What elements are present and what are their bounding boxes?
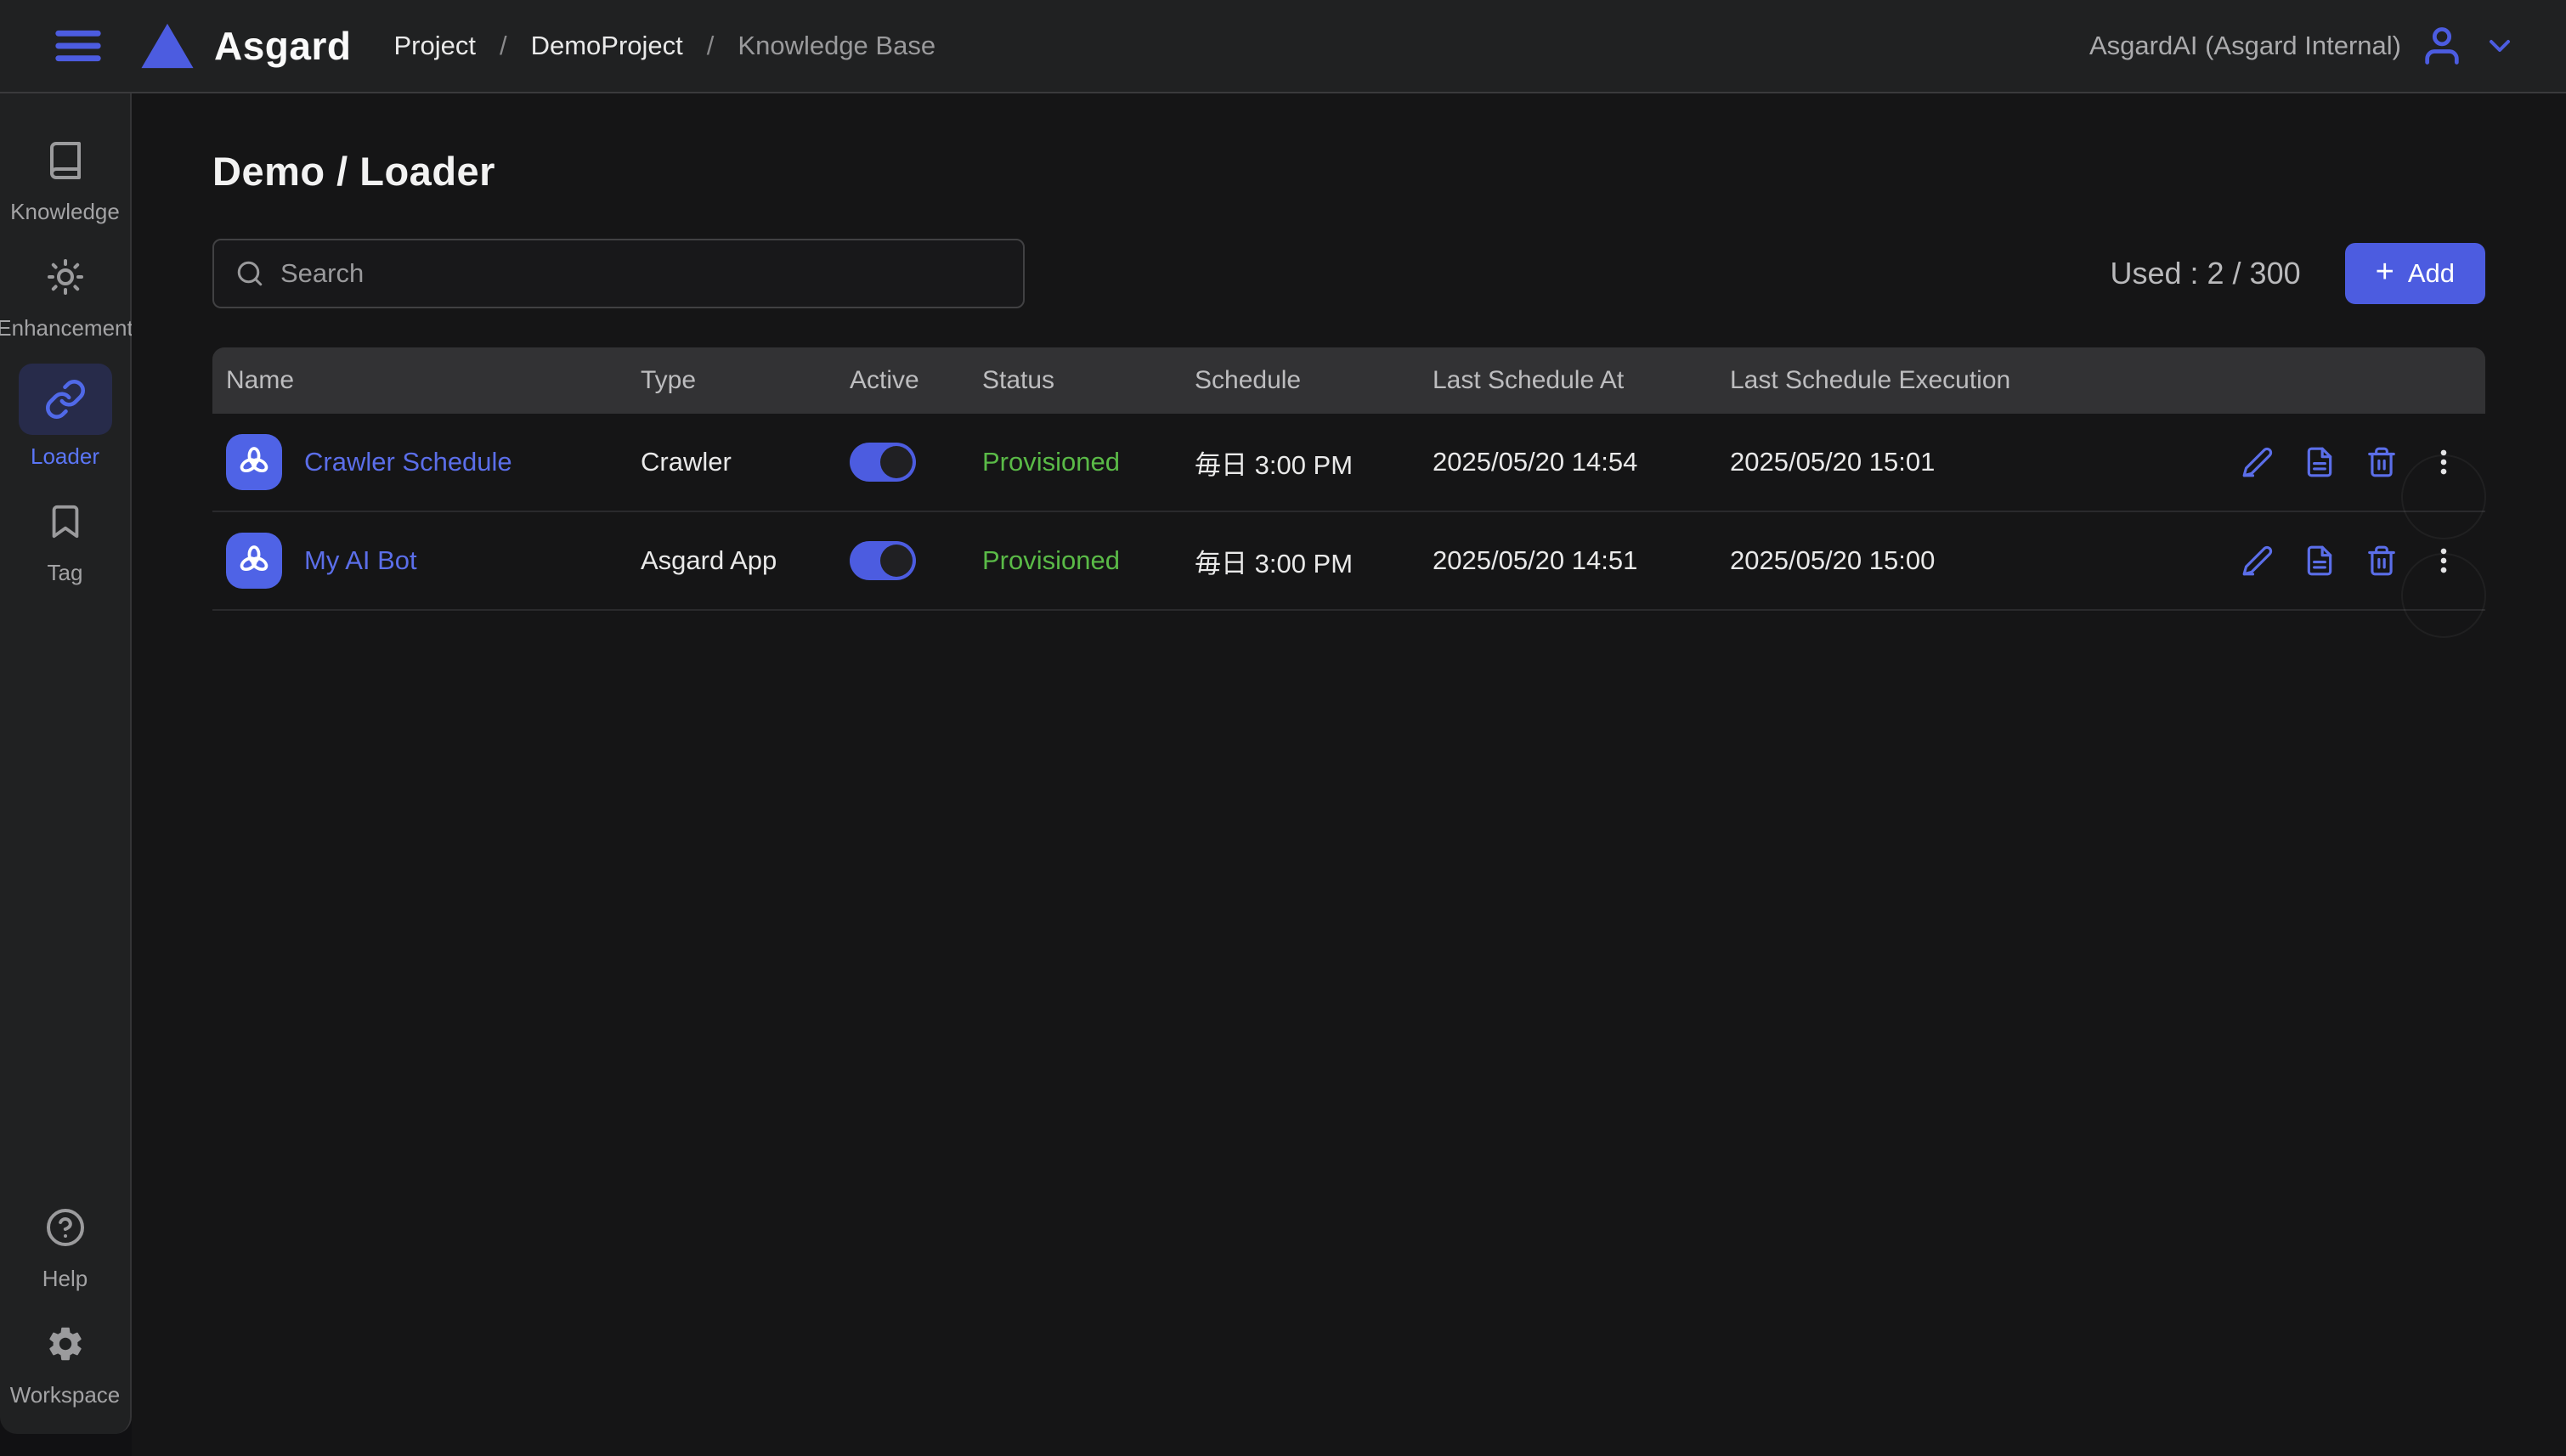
app-window: Asgard Project / DemoProject / Knowledge… xyxy=(0,0,2566,1456)
more-options-icon[interactable] xyxy=(2428,545,2460,577)
search-input[interactable] xyxy=(280,258,1003,289)
column-header-status: Status xyxy=(982,366,1055,394)
sidebar-item-label: Loader xyxy=(31,443,99,469)
trash-icon[interactable] xyxy=(2365,545,2398,577)
more-options-icon[interactable] xyxy=(2428,446,2460,478)
table-header: Name Type Active Status Schedule Last Sc… xyxy=(212,347,2485,414)
table-row: Crawler Schedule Crawler Provisioned 毎日 … xyxy=(212,414,2485,512)
page-title: Demo / Loader xyxy=(212,149,495,194)
link-icon xyxy=(18,364,112,435)
active-toggle[interactable] xyxy=(850,443,916,482)
sidebar-item-help[interactable]: Help xyxy=(0,1198,130,1292)
topbar: Asgard Project / DemoProject / Knowledge… xyxy=(0,0,2566,93)
bookmark-icon xyxy=(46,492,85,551)
sidebar-item-workspace[interactable]: Workspace xyxy=(0,1314,130,1408)
loader-type-icon xyxy=(226,434,282,490)
file-text-icon[interactable] xyxy=(2303,545,2336,577)
breadcrumb-separator: / xyxy=(706,31,715,60)
trash-icon[interactable] xyxy=(2365,446,2398,478)
table-row: My AI Bot Asgard App Provisioned 毎日 3:00… xyxy=(212,512,2485,611)
last-schedule-execution-value: 2025/05/20 15:00 xyxy=(1730,545,1936,575)
loader-type: Asgard App xyxy=(641,545,777,575)
breadcrumb-separator: / xyxy=(499,31,507,60)
column-header-type: Type xyxy=(641,366,697,394)
sidebar-item-knowledge[interactable]: Knowledge xyxy=(0,131,130,225)
breadcrumb-demoproject[interactable]: DemoProject xyxy=(531,31,683,61)
sidebar-item-label: Knowledge xyxy=(10,199,120,224)
column-header-name: Name xyxy=(226,366,295,394)
add-button-label: Add xyxy=(2407,258,2455,288)
triangle-logo-icon xyxy=(136,19,199,73)
last-schedule-at-value: 2025/05/20 14:54 xyxy=(1433,447,1638,477)
add-button[interactable]: + Add xyxy=(2344,243,2485,304)
sidebar: Knowledge Enhancement Loader Tag Help Wo… xyxy=(0,93,133,1434)
column-header-last-schedule-at: Last Schedule At xyxy=(1433,366,1625,394)
hamburger-menu-icon[interactable] xyxy=(51,19,105,73)
loader-name-link[interactable]: My AI Bot xyxy=(304,545,417,576)
status-badge: Provisioned xyxy=(982,545,1120,575)
last-schedule-execution-value: 2025/05/20 15:01 xyxy=(1730,447,1936,477)
column-header-schedule: Schedule xyxy=(1195,366,1302,394)
column-header-last-schedule-execution: Last Schedule Execution xyxy=(1730,366,2011,394)
help-circle-icon xyxy=(45,1198,86,1257)
loader-name-link[interactable]: Crawler Schedule xyxy=(304,447,512,477)
sidebar-item-tag[interactable]: Tag xyxy=(0,492,130,586)
sidebar-item-label: Enhancement xyxy=(0,315,133,341)
search-box[interactable] xyxy=(212,239,1025,308)
breadcrumb: Project / DemoProject / Knowledge Base xyxy=(393,31,935,61)
loader-type: Crawler xyxy=(641,447,732,477)
loader-type-icon xyxy=(226,533,282,589)
breadcrumb-knowledge-base: Knowledge Base xyxy=(738,31,936,60)
brand-logo[interactable]: Asgard xyxy=(136,19,351,73)
account-label: AsgardAI (Asgard Internal) xyxy=(2088,31,2401,60)
sidebar-item-label: Workspace xyxy=(9,1382,121,1408)
account-menu[interactable]: AsgardAI (Asgard Internal) xyxy=(2089,24,2517,68)
active-toggle[interactable] xyxy=(850,541,916,580)
schedule-value: 毎日 3:00 PM xyxy=(1195,548,1354,578)
main-content: Demo / Loader Used : 2 / 300 + Add xyxy=(132,93,2566,1456)
sidebar-item-label: Help xyxy=(42,1266,88,1291)
user-icon xyxy=(2420,24,2464,68)
edit-icon[interactable] xyxy=(2241,446,2274,478)
column-header-active: Active xyxy=(850,366,919,394)
last-schedule-at-value: 2025/05/20 14:51 xyxy=(1433,545,1638,575)
sun-icon xyxy=(45,247,86,307)
usage-counter: Used : 2 / 300 xyxy=(2110,256,2301,291)
controls-row: Used : 2 / 300 + Add xyxy=(212,239,2485,308)
loader-table: Name Type Active Status Schedule Last Sc… xyxy=(212,347,2485,611)
schedule-value: 毎日 3:00 PM xyxy=(1195,449,1354,480)
brand-name: Asgard xyxy=(214,24,352,68)
file-text-icon[interactable] xyxy=(2303,446,2336,478)
breadcrumb-project[interactable]: Project xyxy=(393,31,475,61)
book-icon xyxy=(45,131,86,190)
chevron-down-icon xyxy=(2483,29,2517,63)
sidebar-item-loader[interactable]: Loader xyxy=(0,364,130,470)
status-badge: Provisioned xyxy=(982,447,1120,477)
sidebar-item-enhancement[interactable]: Enhancement xyxy=(0,247,133,341)
plus-icon: + xyxy=(2375,254,2394,290)
sidebar-item-label: Tag xyxy=(47,560,83,585)
search-icon xyxy=(235,258,265,289)
gear-icon xyxy=(45,1314,86,1374)
edit-icon[interactable] xyxy=(2241,545,2274,577)
